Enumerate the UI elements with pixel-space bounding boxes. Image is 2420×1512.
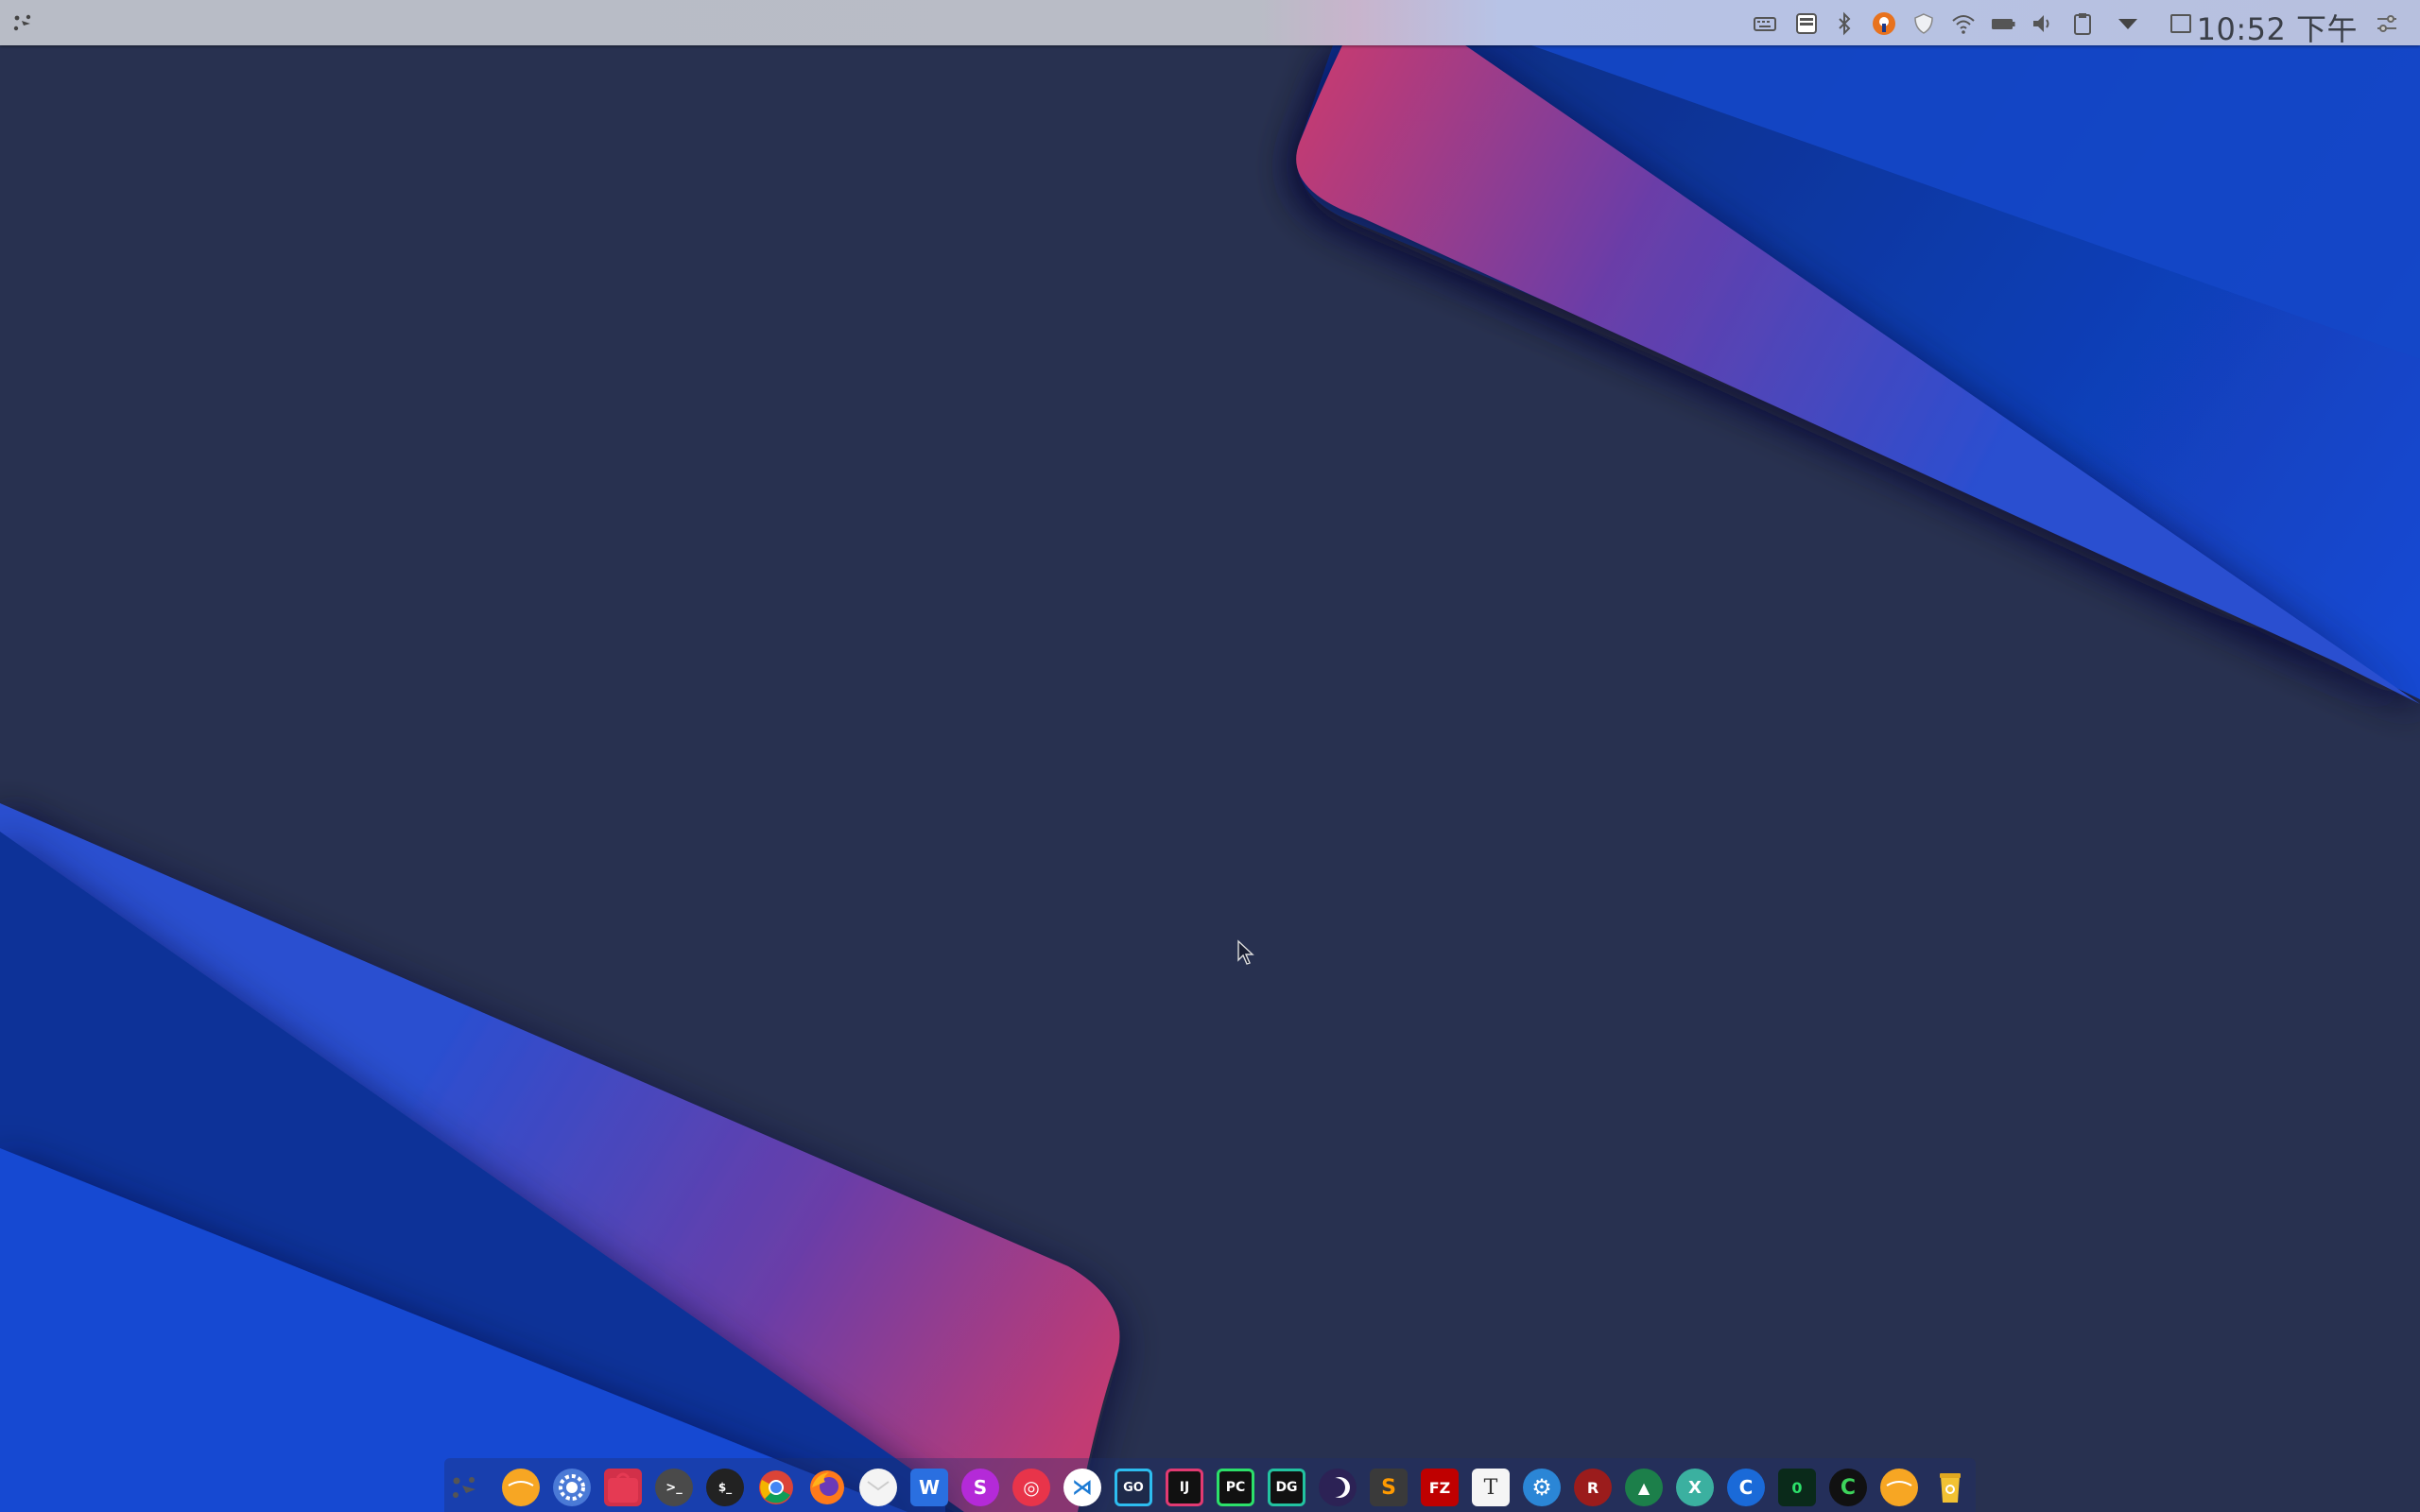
mouse-cursor-icon bbox=[1237, 939, 1254, 965]
qbittorrent-dock-icon[interactable]: C bbox=[1829, 1469, 1867, 1506]
sublime-text-dock-icon[interactable]: S bbox=[1370, 1469, 1408, 1506]
intellij-dock-icon[interactable]: IJ bbox=[1166, 1469, 1203, 1506]
battery-icon[interactable] bbox=[1991, 11, 2015, 36]
filezilla-dock-icon[interactable]: FZ bbox=[1421, 1469, 1459, 1506]
clock[interactable]: 10:52 下午 bbox=[2197, 6, 2358, 49]
system-monitor-dock-icon[interactable]: 0 bbox=[1778, 1469, 1816, 1506]
vscode-dock-icon[interactable]: ⋊ bbox=[1063, 1469, 1101, 1506]
preferences-dock-icon[interactable]: ⚙ bbox=[1523, 1469, 1561, 1506]
trash-dock-icon[interactable] bbox=[1931, 1469, 1969, 1506]
shield-icon[interactable] bbox=[1911, 11, 1936, 36]
settings-dock-icon[interactable] bbox=[553, 1469, 591, 1506]
launcher-dock-icon[interactable] bbox=[445, 1469, 483, 1506]
terminal-dock-icon[interactable]: >_ bbox=[655, 1469, 693, 1506]
keyboard-icon[interactable] bbox=[1753, 11, 1777, 36]
files-2-dock-icon[interactable] bbox=[1880, 1469, 1918, 1506]
app-store-dock-icon[interactable] bbox=[604, 1469, 642, 1506]
top-panel: 10:52 下午 bbox=[0, 0, 2420, 47]
redis-desktop-dock-icon[interactable]: R bbox=[1574, 1469, 1612, 1506]
sublime-merge-dock-icon[interactable]: S bbox=[961, 1469, 999, 1506]
chrome-dock-icon[interactable] bbox=[757, 1469, 795, 1506]
goland-dock-icon[interactable]: GO bbox=[1115, 1469, 1152, 1506]
settings-toggle-icon[interactable] bbox=[2375, 11, 2399, 36]
vpn-key-icon[interactable] bbox=[1872, 11, 1896, 36]
datagrip-dock-icon[interactable]: DG bbox=[1268, 1469, 1305, 1506]
wifi-icon[interactable] bbox=[1951, 11, 1976, 36]
wps-dock-icon[interactable]: W bbox=[910, 1469, 948, 1506]
clipboard-icon[interactable] bbox=[2070, 11, 2095, 36]
firefox-dock-icon[interactable] bbox=[808, 1469, 846, 1506]
show-desktop-icon[interactable] bbox=[2169, 11, 2193, 36]
pycharm-dock-icon[interactable]: PC bbox=[1217, 1469, 1254, 1506]
terminal-2-dock-icon[interactable]: $_ bbox=[706, 1469, 744, 1506]
rocket-dock-icon[interactable]: ▲ bbox=[1625, 1469, 1663, 1506]
netease-music-dock-icon[interactable]: ◎ bbox=[1012, 1469, 1050, 1506]
bluetooth-icon[interactable] bbox=[1832, 11, 1857, 36]
inbox-icon[interactable] bbox=[1794, 11, 1819, 36]
typora-dock-icon[interactable]: T bbox=[1472, 1469, 1510, 1506]
files-dock-icon[interactable] bbox=[502, 1469, 540, 1506]
volume-icon[interactable] bbox=[2031, 11, 2055, 36]
cloud-client-dock-icon[interactable]: C bbox=[1727, 1469, 1765, 1506]
dropdown-arrow-icon[interactable] bbox=[2116, 11, 2140, 36]
mail-dock-icon[interactable] bbox=[859, 1469, 897, 1506]
eclipse-dock-icon[interactable] bbox=[1319, 1469, 1357, 1506]
launcher-icon[interactable] bbox=[9, 9, 36, 36]
desktop-wallpaper bbox=[0, 45, 2420, 1512]
xmind-dock-icon[interactable]: X bbox=[1676, 1469, 1714, 1506]
